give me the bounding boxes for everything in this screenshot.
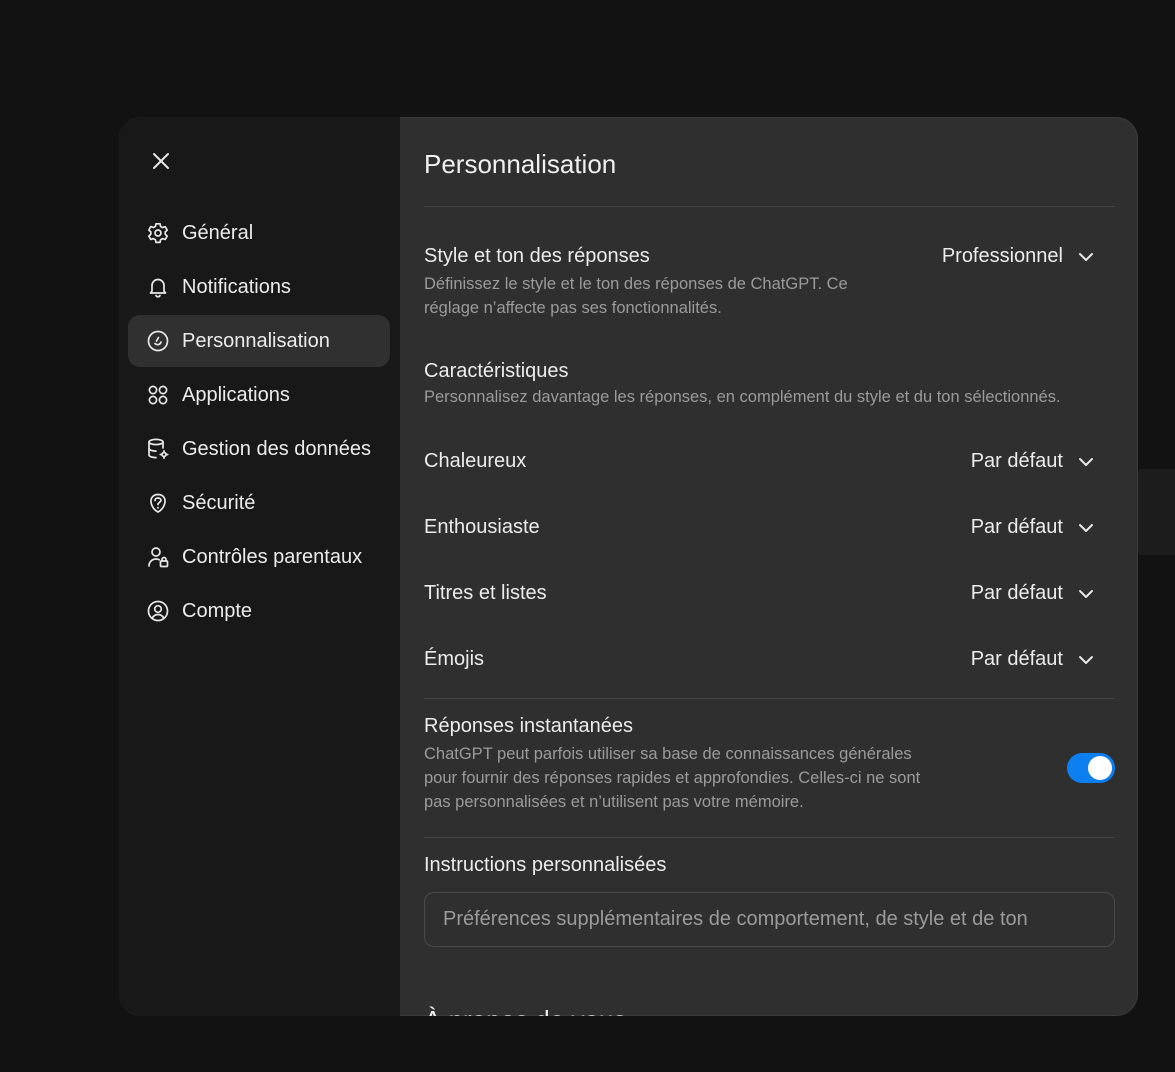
- personalization-icon: [146, 329, 170, 353]
- emojis-dropdown[interactable]: Par défaut: [971, 648, 1095, 671]
- style-tone-value: Professionnel: [941, 245, 1063, 267]
- close-icon: [153, 153, 169, 169]
- characteristic-row-headers-lists: Titres et listes Par défaut: [424, 582, 1115, 612]
- dropdown-value: Par défaut: [970, 582, 1063, 604]
- warm-dropdown[interactable]: Par défaut: [971, 450, 1095, 473]
- chevron-down-icon: [1077, 651, 1095, 669]
- sidebar-item-security[interactable]: Sécurité: [128, 477, 390, 529]
- sidebar-item-applications[interactable]: Applications: [128, 369, 390, 421]
- sidebar-item-label: Sécurité: [182, 491, 256, 514]
- instant-answers-description: ChatGPT peut parfois utiliser sa base de…: [424, 745, 921, 811]
- style-tone-description: Définissez le style et le ton des répons…: [424, 275, 848, 317]
- sidebar-item-label: Contrôles parentaux: [182, 545, 363, 568]
- sidebar-item-data-controls[interactable]: Gestion des données: [128, 423, 390, 475]
- sidebar-item-label: Personnalisation: [182, 329, 330, 352]
- database-icon: [146, 437, 170, 461]
- dropdown-value: Par défaut: [970, 516, 1063, 538]
- parental-controls-icon: [146, 545, 170, 569]
- characteristic-row-emojis: Émojis Par défaut: [424, 648, 1115, 678]
- title-divider: [424, 206, 1115, 207]
- sidebar-item-parental-controls[interactable]: Contrôles parentaux: [128, 531, 390, 583]
- sidebar-item-personalization[interactable]: Personnalisation: [128, 315, 390, 367]
- sidebar-item-account[interactable]: Compte: [128, 585, 390, 637]
- security-icon: [146, 491, 170, 515]
- characteristic-row-warm: Chaleureux Par défaut: [424, 450, 1115, 480]
- dropdown-value: Par défaut: [970, 648, 1063, 670]
- sidebar-item-general[interactable]: Général: [128, 207, 390, 259]
- custom-instructions-title: Instructions personnalisées: [424, 854, 667, 876]
- bell-icon: [146, 275, 170, 299]
- characteristics-description: Personnalisez davantage les réponses, en…: [424, 388, 1061, 406]
- sidebar-item-label: Applications: [182, 383, 290, 406]
- settings-modal: Général Notifications Personnalisation A…: [119, 117, 1138, 1016]
- chevron-down-icon: [1077, 519, 1095, 537]
- chevron-down-icon: [1077, 585, 1095, 603]
- instant-answers-toggle[interactable]: [1067, 753, 1115, 783]
- chevron-down-icon: [1077, 248, 1095, 266]
- gear-icon: [146, 221, 170, 245]
- account-icon: [146, 599, 170, 623]
- section-divider: [424, 837, 1115, 838]
- sidebar-item-label: Général: [182, 221, 254, 244]
- sidebar-item-label: Notifications: [182, 275, 291, 298]
- characteristic-row-enthusiastic: Enthousiaste Par défaut: [424, 516, 1115, 546]
- section-divider: [424, 698, 1115, 699]
- close-button[interactable]: [147, 147, 175, 175]
- settings-content: Personnalisation Style et ton des répons…: [400, 117, 1138, 1016]
- instant-answers-title: Réponses instantanées: [424, 715, 634, 737]
- characteristics-title: Caractéristiques: [424, 360, 569, 382]
- style-tone-dropdown[interactable]: Professionnel: [942, 245, 1095, 268]
- enthusiastic-dropdown[interactable]: Par défaut: [971, 516, 1095, 539]
- page-title: Personnalisation: [424, 149, 617, 179]
- chevron-down-icon: [1077, 453, 1095, 471]
- settings-nav: Général Notifications Personnalisation A…: [128, 207, 390, 639]
- about-you-title: À propos de vous: [424, 1005, 626, 1016]
- sidebar-item-label: Gestion des données: [182, 437, 372, 460]
- characteristics-header: Caractéristiques Personnalisez davantage…: [424, 360, 1115, 409]
- sidebar-item-label: Compte: [182, 599, 253, 622]
- toggle-knob: [1088, 756, 1112, 780]
- custom-instructions-input[interactable]: [424, 892, 1115, 947]
- background-panel: [1138, 469, 1175, 555]
- sidebar-item-notifications[interactable]: Notifications: [128, 261, 390, 313]
- custom-instructions-header: Instructions personnalisées: [424, 854, 1115, 877]
- apps-grid-icon: [146, 383, 170, 407]
- style-tone-setting: Style et ton des réponses Définissez le …: [424, 245, 1115, 325]
- dropdown-value: Par défaut: [970, 450, 1063, 472]
- settings-sidebar: Général Notifications Personnalisation A…: [119, 117, 400, 1016]
- headers-lists-dropdown[interactable]: Par défaut: [971, 582, 1095, 605]
- instant-answers-setting: Réponses instantanées ChatGPT peut parfo…: [424, 715, 1115, 825]
